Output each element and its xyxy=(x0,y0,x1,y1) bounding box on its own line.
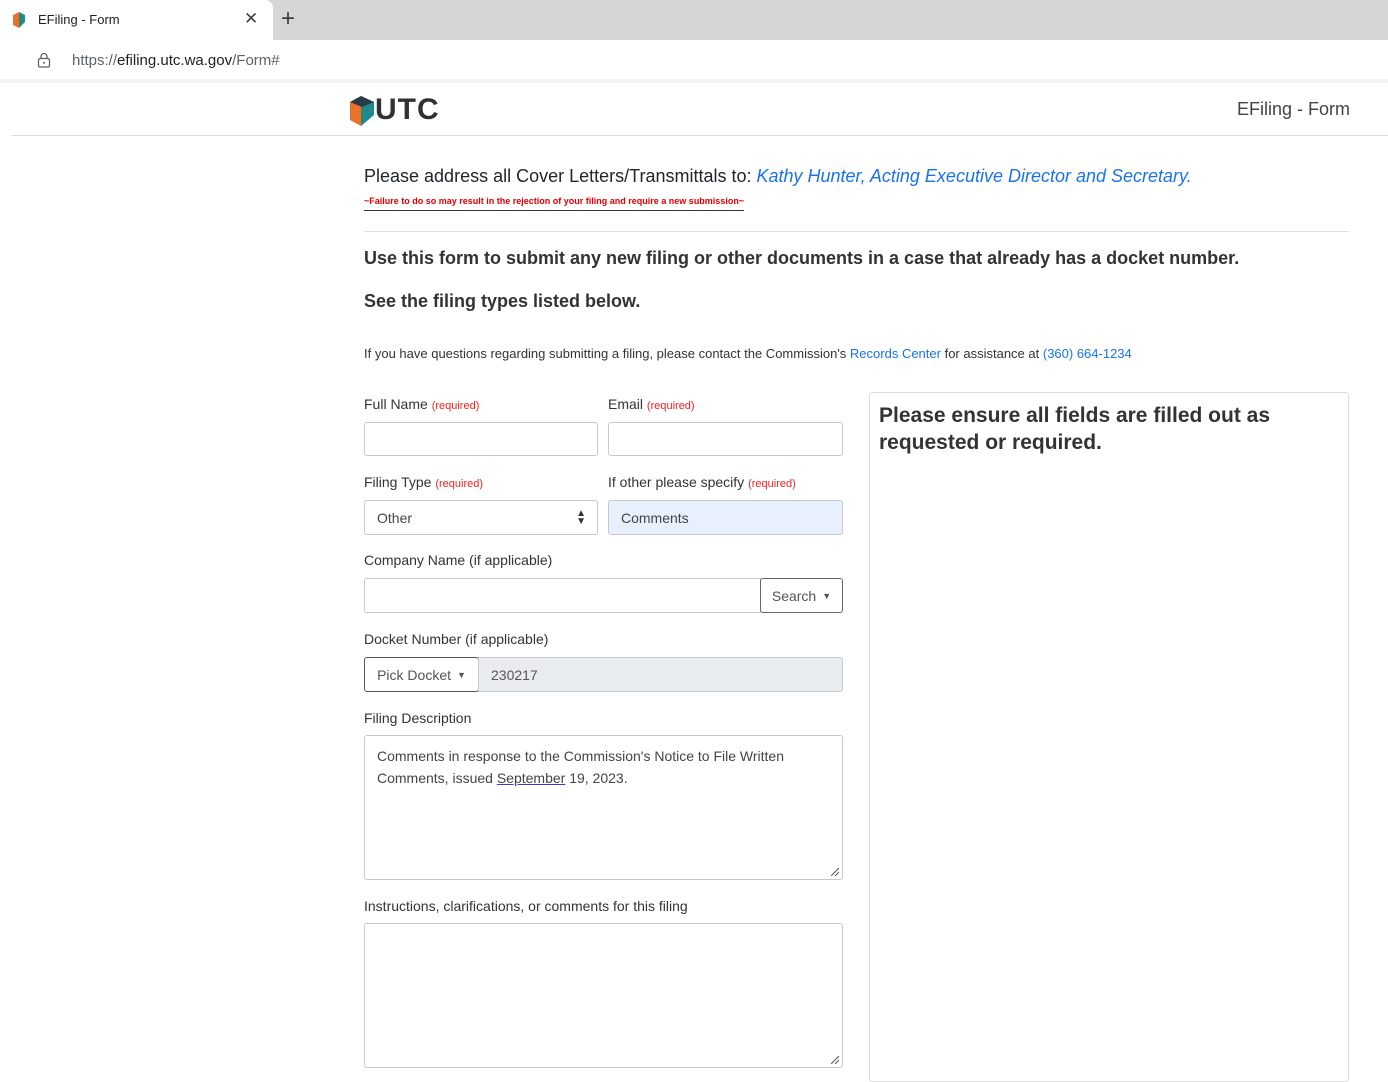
company-name-input[interactable] xyxy=(364,578,761,613)
search-dropdown-button[interactable]: Search ▼ xyxy=(760,578,843,613)
filing-type-value: Other xyxy=(377,509,413,526)
validation-side-panel: Please ensure all fields are filled out … xyxy=(869,392,1349,1082)
required-tag: (required) xyxy=(435,478,484,490)
validation-message: Please ensure all fields are filled out … xyxy=(879,404,1271,454)
site-header: UTC EFiling - Form xyxy=(12,83,1388,136)
notice-addressee: Kathy Hunter, Acting Executive Director … xyxy=(756,166,1192,186)
logo-text: UTC xyxy=(375,93,440,126)
select-updown-icon: ▲ ▼ xyxy=(576,508,586,527)
utc-favicon-icon xyxy=(13,12,25,28)
cover-letter-notice: Please address all Cover Letters/Transmi… xyxy=(364,166,1192,187)
url-domain: efiling.utc.wa.gov xyxy=(117,52,233,69)
contact-mid: for assistance at xyxy=(940,346,1043,361)
required-tag: (required) xyxy=(646,400,695,412)
url-text[interactable]: https://efiling.utc.wa.gov/Form# xyxy=(72,52,280,69)
search-button-label: Search xyxy=(771,587,817,604)
filing-description-textarea[interactable]: Comments in response to the Commission's… xyxy=(364,735,843,880)
address-bar[interactable]: https://efiling.utc.wa.gov/Form# xyxy=(0,40,1388,80)
new-tab-icon[interactable]: + xyxy=(281,5,295,33)
contact-prefix: If you have questions regarding submitti… xyxy=(364,346,850,361)
records-center-link[interactable]: Records Center xyxy=(850,346,941,361)
other-specify-input[interactable]: Comments xyxy=(608,500,843,535)
filing-type-label-text: Filing Type xyxy=(364,474,432,490)
instructions-textarea[interactable] xyxy=(364,923,843,1068)
resize-grip-icon[interactable] xyxy=(831,868,839,876)
section-divider xyxy=(364,231,1349,232)
filing-type-label: Filing Type (required) xyxy=(364,474,483,490)
other-specify-label-text: If other please specify xyxy=(608,474,745,490)
docket-label: Docket Number (if applicable) xyxy=(364,631,549,647)
phone-link[interactable]: (360) 664-1234 xyxy=(1043,346,1132,361)
description-label: Filing Description xyxy=(364,710,472,726)
intro-line-2: See the filing types listed below. xyxy=(364,291,641,311)
browser-tabstrip: EFiling - Form ✕ + xyxy=(0,0,1388,40)
full-name-label: Full Name (required) xyxy=(364,396,479,412)
utc-logo-icon xyxy=(350,96,374,126)
required-tag: (required) xyxy=(431,400,480,412)
url-path: /Form# xyxy=(232,52,280,69)
email-input[interactable] xyxy=(608,422,843,456)
required-tag: (required) xyxy=(748,478,796,490)
pick-docket-label: Pick Docket xyxy=(377,666,451,683)
email-label: Email (required) xyxy=(608,396,695,412)
intro-line-1: Use this form to submit any new filing o… xyxy=(364,248,1240,268)
other-specify-label: If other please specify (required) xyxy=(608,474,796,490)
notice-prefix: Please address all Cover Letters/Transmi… xyxy=(364,166,757,186)
rejection-warning: ~Failure to do so may result in the reje… xyxy=(364,196,745,211)
company-label: Company Name (if applicable) xyxy=(364,552,553,568)
full-name-input[interactable] xyxy=(364,422,598,456)
docket-number-input: 230217 xyxy=(478,657,843,692)
filing-type-select[interactable]: Other ▲ ▼ xyxy=(364,500,598,535)
tab-title: EFiling - Form xyxy=(38,12,120,27)
close-tab-icon[interactable]: ✕ xyxy=(244,9,258,29)
caret-down-icon: ▼ xyxy=(457,669,466,680)
contact-info: If you have questions regarding submitti… xyxy=(364,346,1132,361)
email-label-text: Email xyxy=(608,396,644,412)
url-scheme: https:// xyxy=(72,52,118,69)
resize-grip-icon[interactable] xyxy=(831,1056,839,1064)
spellcheck-word: September xyxy=(496,770,566,786)
caret-down-icon: ▼ xyxy=(822,590,832,601)
instructions-label: Instructions, clarifications, or comment… xyxy=(364,898,688,914)
lock-icon[interactable] xyxy=(37,52,51,68)
utc-logo[interactable]: UTC xyxy=(349,93,449,127)
pick-docket-button[interactable]: Pick Docket ▼ xyxy=(364,657,479,692)
header-page-title: EFiling - Form xyxy=(1237,99,1351,119)
full-name-label-text: Full Name xyxy=(364,396,428,412)
description-text-2: 19, 2023. xyxy=(565,770,628,786)
browser-tab[interactable]: EFiling - Form ✕ xyxy=(0,0,273,40)
